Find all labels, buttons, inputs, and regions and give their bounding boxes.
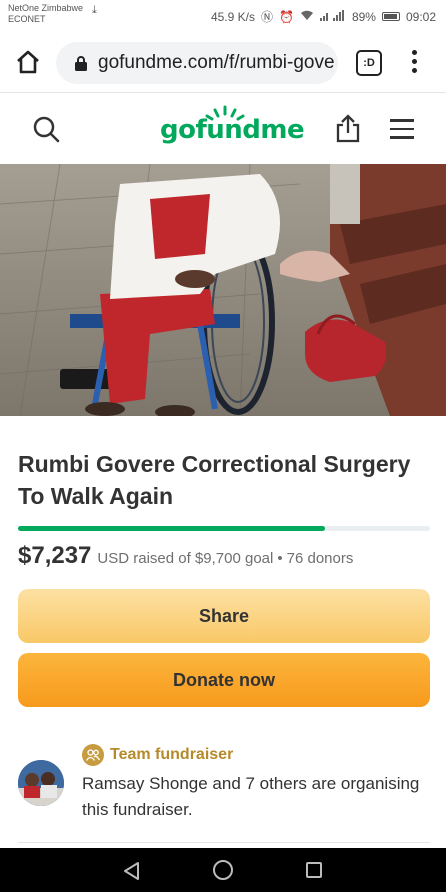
raised-goal-text: USD raised of $9,700 goal (97, 550, 274, 567)
address-bar[interactable]: gofundme.com/f/rumbi-gove (56, 42, 338, 84)
raised-summary: $7,237 USD raised of $9,700 goal • 76 do… (18, 542, 438, 570)
campaign-title: Rumbi Govere Correctional Surgery To Wal… (18, 451, 411, 509)
carrier-secondary: ECONET (8, 14, 46, 24)
team-icon (82, 744, 104, 766)
search-icon[interactable] (32, 115, 60, 143)
progress-bar (18, 526, 430, 531)
logo-text: gofundme (160, 115, 305, 145)
progress-bar-fill (18, 526, 326, 531)
hamburger-menu-icon[interactable] (390, 119, 414, 139)
browser-toolbar: gofundme.com/f/rumbi-gove :D (0, 34, 446, 92)
status-indicators: 45.9 K/s Ⓝ ⏰ 89% 09:02 (211, 8, 436, 25)
gofundme-logo[interactable]: gofundme (160, 105, 305, 151)
donor-count: 76 donors (286, 550, 354, 567)
wifi-icon (300, 10, 314, 24)
download-icon: ⤓ (92, 4, 97, 16)
section-divider (18, 842, 430, 843)
network-speed: 45.9 K/s (210, 9, 255, 24)
overflow-menu-icon[interactable] (408, 50, 420, 76)
status-bar: NetOne Zimbabwe ECONET ⤓ 45.9 K/s Ⓝ ⏰ 89… (0, 0, 446, 34)
raised-amount: $7,237 (18, 542, 92, 569)
carrier-name: NetOne Zimbabwe (8, 3, 84, 13)
tab-switcher-button[interactable]: :D (356, 50, 382, 76)
organiser-avatar[interactable] (18, 760, 64, 806)
carrier-info: NetOne Zimbabwe ECONET ⤓ (8, 3, 97, 25)
url-text: gofundme.com/f/rumbi-gove (98, 52, 335, 73)
share-icon[interactable] (334, 113, 362, 143)
battery-percent: 89% (351, 9, 376, 24)
recent-apps-icon[interactable] (306, 862, 322, 878)
separator-dot: • (277, 550, 283, 567)
nfc-icon: Ⓝ (260, 10, 273, 24)
clock: 09:02 (405, 9, 436, 24)
home-icon[interactable] (14, 48, 42, 76)
campaign-photo (0, 164, 446, 416)
signal-icon (319, 9, 346, 24)
site-header: gofundme (0, 92, 446, 164)
alarm-icon: ⏰ (278, 9, 294, 24)
organiser-text: Ramsay Shonge and 7 others are organisin… (82, 774, 420, 819)
lock-icon (75, 56, 87, 71)
home-nav-icon[interactable] (213, 860, 233, 880)
battery-icon (381, 12, 400, 21)
donate-now-button[interactable]: Donate now (18, 653, 430, 707)
share-button[interactable]: Share (18, 589, 430, 643)
team-fundraiser-label: Team fundraiser (82, 744, 233, 766)
back-icon[interactable] (122, 861, 142, 881)
android-nav-bar (0, 848, 446, 892)
team-fundraiser-text: Team fundraiser (110, 746, 234, 763)
